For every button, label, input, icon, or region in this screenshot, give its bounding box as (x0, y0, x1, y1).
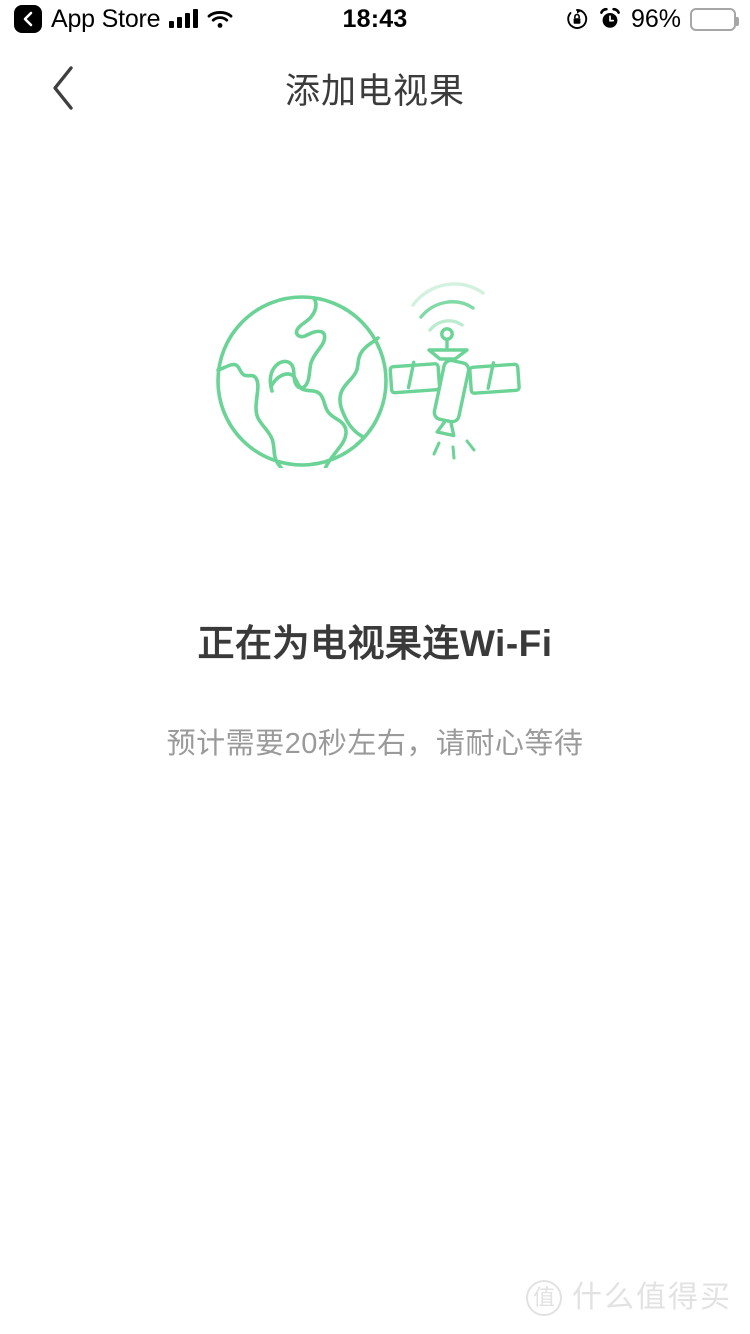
chevron-left-icon (23, 11, 33, 27)
status-bar: App Store 18:43 96% (0, 0, 750, 38)
status-bar-center: 18:43 (342, 4, 408, 33)
signal-waves-icon (411, 281, 485, 332)
battery-full-icon (690, 7, 740, 31)
battery-nub (736, 16, 740, 26)
watermark-label: 什么值得买 (572, 1281, 732, 1314)
status-bar-right: 96% (407, 4, 740, 33)
cellular-signal-icon (169, 9, 199, 28)
satellite-icon (388, 326, 521, 459)
back-to-app-store-button[interactable] (14, 5, 42, 33)
status-headline: 正在为电视果连Wi-Fi (197, 623, 553, 664)
phone-screen: App Store 18:43 96% 添加电视果 正在为电视果连Wi-Fi 预… (0, 0, 750, 1334)
globe-icon (216, 294, 388, 468)
back-app-label[interactable]: App Store (51, 6, 161, 32)
nav-bar: 添加电视果 (0, 38, 750, 138)
globe-satellite-artwork (216, 281, 521, 468)
status-subline: 预计需要20秒左右，请耐心等待 (166, 728, 584, 760)
alarm-clock-icon (600, 7, 620, 28)
watermark-badge: 值 (526, 1280, 562, 1316)
watermark: 值 什么值得买 (526, 1280, 732, 1316)
battery-percent-label: 96% (630, 4, 682, 33)
rotation-lock-icon (567, 9, 588, 29)
status-bar-left: App Store (14, 5, 343, 33)
wifi-icon (207, 11, 233, 28)
connection-illustration (0, 240, 750, 480)
page-title: 添加电视果 (284, 71, 465, 111)
status-bar-clock: 18:43 (342, 4, 408, 33)
